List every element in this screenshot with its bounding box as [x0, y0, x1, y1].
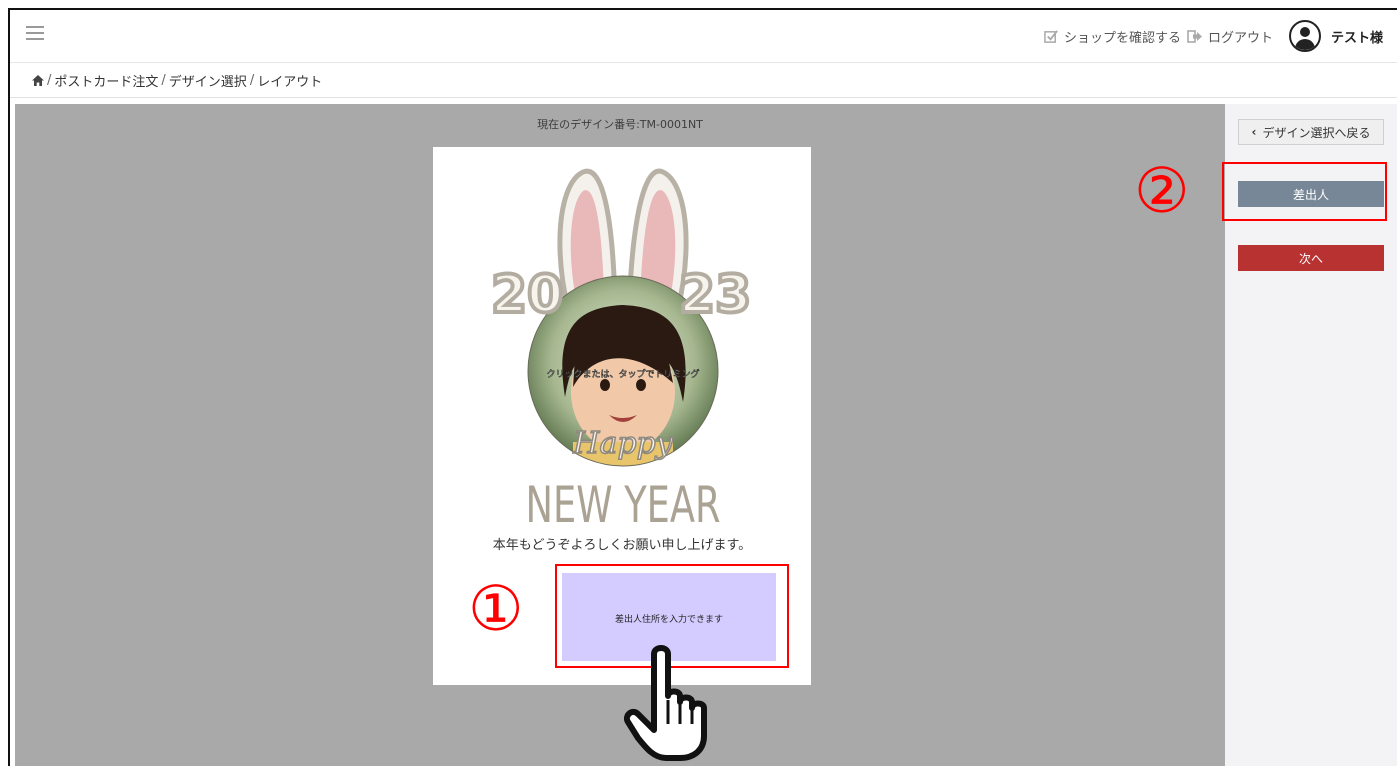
user-avatar-icon[interactable]: [1288, 20, 1321, 52]
year-right: 23: [679, 265, 751, 325]
top-bar: ショップを確認する ログアウト テスト様: [10, 10, 1397, 63]
greeting-text: 本年もどうぞよろしくお願い申し上げます。: [493, 538, 751, 553]
user-name[interactable]: テスト様: [1331, 27, 1383, 46]
step-1-marker: ①: [468, 572, 524, 645]
header-actions: ショップを確認する ログアウト テスト様: [1044, 20, 1383, 52]
breadcrumb-separator: /: [47, 72, 52, 88]
breadcrumb-layout: レイアウト: [257, 74, 323, 90]
hamburger-menu-icon[interactable]: [26, 26, 44, 40]
logout-icon: [1187, 29, 1202, 43]
breadcrumb-separator: /: [161, 72, 166, 88]
breadcrumb-postcard-order[interactable]: ポストカード注文: [54, 71, 158, 90]
happy-script: Happy: [572, 426, 673, 461]
sender-button-highlight: [1222, 162, 1387, 221]
checkbox-icon: [1044, 29, 1058, 43]
design-number: 現在のデザイン番号:TM-0001NT: [537, 118, 703, 131]
logout-link[interactable]: ログアウト: [1187, 27, 1273, 46]
back-to-design-button[interactable]: ‹ デザイン選択へ戻る: [1238, 119, 1384, 145]
back-button-label: デザイン選択へ戻る: [1262, 125, 1371, 140]
next-button[interactable]: 次へ: [1238, 245, 1384, 271]
photo-trim-hint: クリックまたは、タップでトリミング: [546, 368, 699, 380]
year-left: 20: [491, 265, 563, 325]
shop-link-label: ショップを確認する: [1063, 30, 1181, 46]
pointing-hand-icon: [624, 645, 707, 761]
breadcrumb-design-select[interactable]: デザイン選択: [169, 71, 247, 90]
breadcrumb-separator: /: [249, 72, 255, 88]
app-window: ショップを確認する ログアウト テスト様 / ポストカード注文 / デザイン選択…: [8, 8, 1397, 766]
logout-link-label: ログアウト: [1207, 30, 1273, 46]
chevron-left-icon: ‹: [1251, 125, 1257, 139]
new-year-title: NEW YEAR: [526, 476, 721, 534]
shop-link[interactable]: ショップを確認する: [1044, 27, 1181, 46]
breadcrumb: / ポストカード注文 / デザイン選択 / レイアウト: [10, 63, 1397, 98]
step-2-marker: ②: [1134, 154, 1190, 227]
home-icon[interactable]: [32, 74, 44, 86]
